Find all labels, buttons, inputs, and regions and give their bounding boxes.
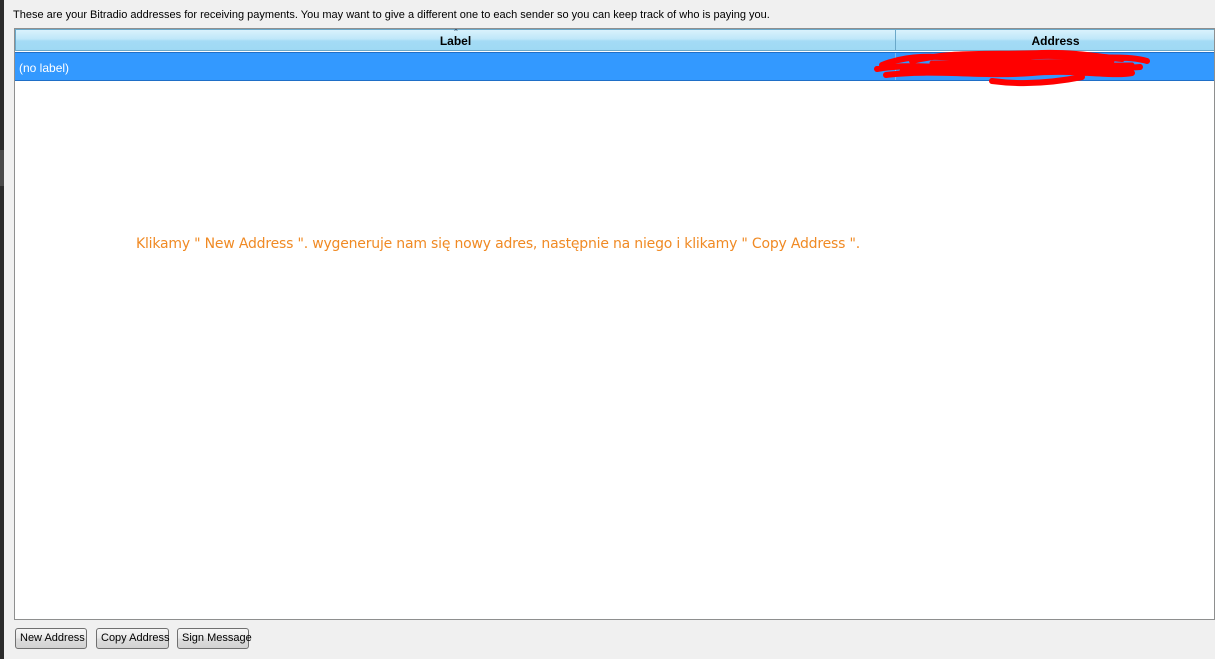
sign-message-button[interactable]: Sign Message bbox=[177, 628, 252, 649]
address-table[interactable]: ⌃ Label Address (no label) bbox=[14, 28, 1215, 620]
redaction-scribble bbox=[874, 49, 1150, 87]
row-address-cell[interactable] bbox=[874, 49, 1214, 87]
instruction-annotation: Klikamy " New Address ". wygeneruje nam … bbox=[136, 236, 860, 252]
sort-indicator-icon: ⌃ bbox=[453, 29, 459, 36]
window-left-edge-marker bbox=[0, 150, 4, 186]
page-description: These are your Bitradio addresses for re… bbox=[13, 9, 770, 21]
copy-address-button[interactable]: Copy Address bbox=[96, 628, 169, 649]
row-label-cell: (no label) bbox=[19, 61, 70, 75]
column-header-address-text: Address bbox=[1031, 34, 1080, 48]
column-header-label-text: Label bbox=[439, 34, 472, 48]
window-left-edge bbox=[0, 0, 4, 659]
table-row[interactable]: (no label) bbox=[15, 49, 1214, 87]
new-address-button[interactable]: New Address bbox=[15, 628, 87, 649]
column-header-label[interactable]: ⌃ Label bbox=[15, 29, 896, 51]
